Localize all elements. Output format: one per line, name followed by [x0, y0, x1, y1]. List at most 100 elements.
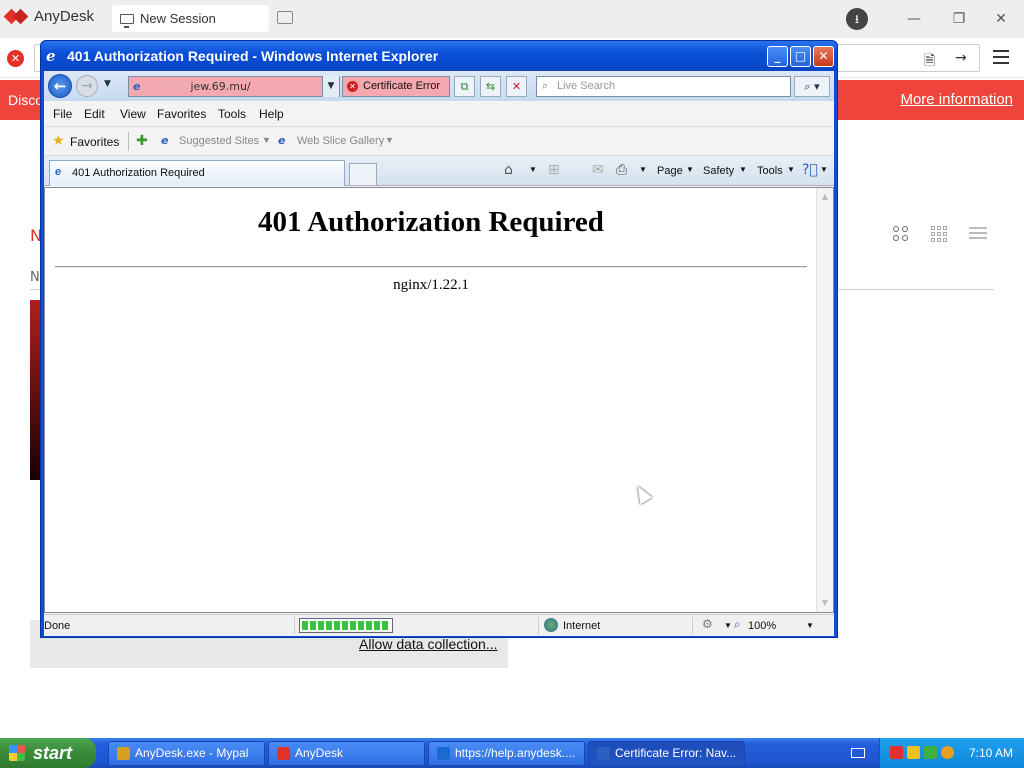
- small-tiles-view-icon[interactable]: [931, 226, 949, 242]
- zoom-icon[interactable]: ⌕: [734, 617, 741, 632]
- print-icon[interactable]: ⎙: [616, 162, 627, 178]
- forward-button[interactable]: →: [76, 75, 98, 97]
- network-tray-icon[interactable]: [924, 746, 937, 759]
- protected-mode-dropdown-icon[interactable]: ▼: [724, 621, 732, 630]
- home-icon[interactable]: ⌂: [504, 162, 513, 178]
- scroll-up-icon[interactable]: ▲: [820, 192, 830, 202]
- anydesk-icon: [277, 747, 290, 760]
- taskbar-item-label: Certificate Error: Nav...: [615, 746, 737, 760]
- feeds-icon[interactable]: ⊞: [548, 162, 560, 178]
- web-slice-dropdown-icon[interactable]: ▼: [385, 135, 394, 145]
- allow-data-collection-link[interactable]: Allow data collection...: [359, 636, 498, 652]
- keyboard-icon[interactable]: [851, 748, 865, 758]
- safety-menu[interactable]: Safety: [703, 165, 734, 177]
- menu-help[interactable]: Help: [259, 107, 284, 121]
- tab-title: 401 Authorization Required: [72, 167, 205, 179]
- anydesk-logo-icon: [6, 9, 28, 25]
- menu-favorites[interactable]: Favorites: [157, 107, 206, 121]
- connect-arrow-icon[interactable]: →: [955, 50, 967, 66]
- disconnect-icon[interactable]: ✕: [7, 50, 24, 67]
- new-tab-button[interactable]: [277, 11, 293, 24]
- file-transfer-icon[interactable]: 🗎: [924, 50, 935, 74]
- tab-401-authorization[interactable]: e 401 Authorization Required: [49, 160, 345, 186]
- zoom-dropdown-icon[interactable]: ▼: [806, 621, 814, 630]
- address-bar[interactable]: e https://jew.69.mu/: [128, 76, 340, 97]
- hamburger-menu-icon[interactable]: [993, 50, 1009, 64]
- status-bar: Done Internet ⚙ ▼ ⌕ 100% ▼: [44, 614, 834, 636]
- suggested-sites-dropdown-icon[interactable]: ▼: [262, 135, 271, 145]
- menu-view[interactable]: View: [120, 107, 146, 121]
- search-placeholder: Live Search: [557, 80, 616, 92]
- list-view-icon[interactable]: [969, 226, 987, 242]
- help-icon[interactable]: ?⃝: [802, 162, 818, 178]
- address-dropdown-icon[interactable]: ▼: [322, 76, 339, 97]
- ie-client-area: ← → ▼ e https://jew.69.mu/ ▼ ✕ Certifica…: [44, 71, 834, 636]
- vertical-scrollbar[interactable]: ▲ ▼: [816, 188, 833, 612]
- print-dropdown-icon[interactable]: ▼: [639, 165, 647, 174]
- minimize-button[interactable]: —: [904, 9, 924, 29]
- taskbar-item[interactable]: AnyDesk.exe - Mypal: [108, 741, 265, 766]
- menu-tools[interactable]: Tools: [218, 107, 246, 121]
- suggested-sites-link[interactable]: Suggested Sites: [179, 135, 259, 147]
- ie-menu-bar: File Edit View Favorites Tools Help: [44, 101, 834, 127]
- menu-file[interactable]: File: [53, 107, 72, 121]
- section-subheading: N: [30, 270, 40, 285]
- tools-dropdown-icon: ▼: [787, 165, 795, 174]
- history-dropdown-icon[interactable]: ▼: [104, 79, 111, 89]
- compatibility-view-icon[interactable]: ⧉: [454, 76, 475, 97]
- tab-new-session[interactable]: New Session: [112, 5, 269, 32]
- home-dropdown-icon[interactable]: ▼: [529, 165, 537, 174]
- shield-tray-icon[interactable]: [907, 746, 920, 759]
- more-information-link[interactable]: More information: [900, 91, 1013, 108]
- back-button[interactable]: ←: [48, 74, 72, 98]
- anydesk-tray-icon[interactable]: [890, 746, 903, 759]
- stop-icon[interactable]: ✕: [506, 76, 527, 97]
- clock[interactable]: 7:10 AM: [969, 746, 1013, 760]
- browser-icon: [437, 747, 450, 760]
- favorites-star-icon: ★: [52, 133, 65, 149]
- taskbar-item[interactable]: https://help.anydesk....: [428, 741, 585, 766]
- zoom-level[interactable]: 100%: [748, 620, 776, 632]
- certificate-error-button[interactable]: ✕ Certificate Error: [342, 76, 450, 97]
- help-dropdown-icon[interactable]: ▼: [820, 165, 828, 174]
- download-icon[interactable]: ⭳: [846, 8, 868, 30]
- scroll-down-icon[interactable]: ▼: [820, 598, 830, 608]
- taskbar-item-label: AnyDesk: [295, 746, 344, 760]
- restore-button[interactable]: ❐: [949, 9, 969, 29]
- ie-titlebar[interactable]: e 401 Authorization Required - Windows I…: [41, 41, 837, 71]
- system-tray: 7:10 AM: [879, 738, 1024, 768]
- monitor-icon: [120, 13, 134, 28]
- search-tray-icon[interactable]: [941, 746, 954, 759]
- security-zone[interactable]: Internet: [563, 620, 600, 632]
- page-menu[interactable]: Page: [657, 165, 683, 177]
- close-button[interactable]: ✕: [991, 9, 1011, 29]
- server-signature: nginx/1.22.1: [393, 277, 469, 293]
- search-go-button[interactable]: ⌕ ▾: [794, 76, 830, 97]
- ie-maximize-button[interactable]: □: [790, 46, 811, 67]
- favorites-separator: [128, 132, 129, 151]
- web-slice-gallery-link[interactable]: Web Slice Gallery: [297, 135, 384, 147]
- windows-flag-icon: [9, 745, 25, 761]
- ie-minimize-button[interactable]: _: [767, 46, 788, 67]
- search-input[interactable]: ⌕ Live Search: [536, 76, 791, 97]
- new-tab-button[interactable]: [349, 163, 377, 185]
- start-label: start: [33, 743, 73, 763]
- status-separator: [692, 617, 693, 634]
- taskbar-item-label: AnyDesk.exe - Mypal: [135, 746, 249, 760]
- protected-mode-icon[interactable]: ⚙: [702, 617, 713, 631]
- favorites-button[interactable]: Favorites: [70, 135, 119, 149]
- page-divider: [55, 266, 807, 268]
- tools-menu[interactable]: Tools: [757, 165, 783, 177]
- start-button[interactable]: start: [0, 738, 96, 768]
- large-tiles-view-icon[interactable]: [893, 226, 911, 242]
- shield-error-icon: ✕: [347, 81, 358, 92]
- mail-icon[interactable]: ✉: [592, 162, 604, 178]
- favorites-bar: ★ Favorites ✚ e Suggested Sites ▼ e Web …: [44, 127, 834, 156]
- taskbar-item-active[interactable]: Certificate Error: Nav...: [588, 741, 745, 766]
- ie-close-button[interactable]: ✕: [813, 46, 834, 67]
- refresh-icon[interactable]: ⇆: [480, 76, 501, 97]
- taskbar-item[interactable]: AnyDesk: [268, 741, 425, 766]
- add-to-favorites-icon[interactable]: ✚: [136, 133, 148, 149]
- anydesk-logo: AnyDesk: [6, 8, 94, 25]
- menu-edit[interactable]: Edit: [84, 107, 105, 121]
